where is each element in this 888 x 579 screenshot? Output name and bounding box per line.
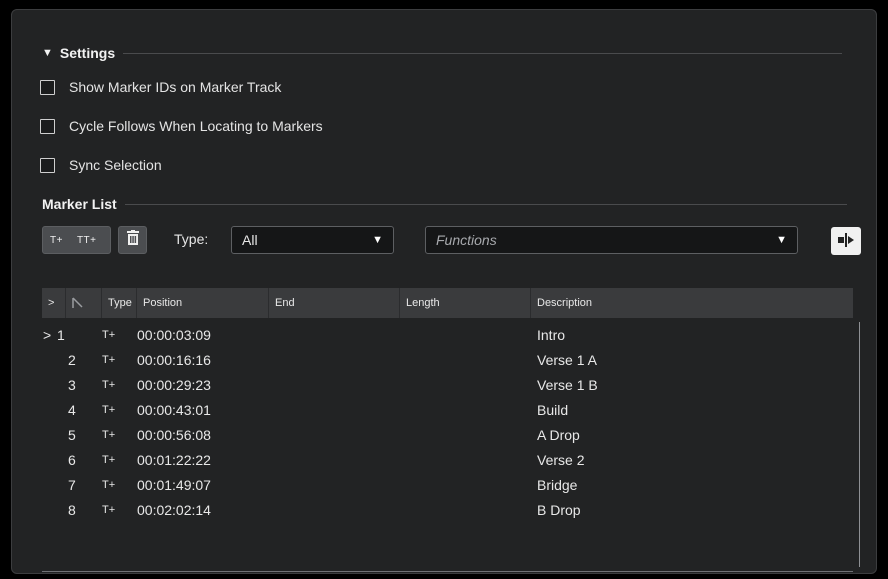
row-id: 2 [68,351,76,368]
option-label: Sync Selection [69,157,162,173]
row-cursor: > [43,326,52,343]
table-row[interactable]: 5 T+ 00:00:56:08 A Drop [42,422,853,447]
column-type[interactable]: Type [102,288,137,318]
table-row[interactable]: 8 T+ 00:02:02:14 B Drop [42,497,853,522]
row-id: 8 [68,501,76,518]
row-type: T+ [102,353,116,366]
column-cursor[interactable]: > [42,288,66,318]
marker-list-title: Marker List [42,196,117,212]
option-label: Show Marker IDs on Marker Track [69,79,282,95]
export-markers-button[interactable] [831,227,861,255]
option-cycle-follows[interactable]: Cycle Follows When Locating to Markers [40,118,323,134]
row-position: 00:00:56:08 [137,426,211,443]
row-id: 4 [68,401,76,418]
checkbox[interactable] [40,157,55,173]
collapse-triangle-icon[interactable]: ▼ [42,47,53,59]
marker-table: > Type Position End Length Description >… [42,288,853,522]
table-row[interactable]: 4 T+ 00:00:43:01 Build [42,397,853,422]
functions-dropdown[interactable]: Functions ▼ [425,226,798,254]
row-type: T+ [102,478,116,491]
option-label: Cycle Follows When Locating to Markers [69,118,323,134]
row-position: 00:01:49:07 [137,476,211,493]
table-row[interactable]: > 1 T+ 00:00:03:09 Intro [42,322,853,347]
vertical-scrollbar[interactable] [859,322,860,567]
table-row[interactable]: 3 T+ 00:00:29:23 Verse 1 B [42,372,853,397]
row-id: 3 [68,376,76,393]
row-description: Build [537,401,569,418]
row-position: 00:02:02:14 [137,501,211,518]
flag-icon [72,297,83,308]
table-row[interactable]: 7 T+ 00:01:49:07 Bridge [42,472,853,497]
row-position: 00:00:43:01 [137,401,211,418]
insert-marker-id-button[interactable]: TT+ [70,235,104,246]
type-label: Type: [174,231,209,247]
functions-placeholder: Functions [436,232,497,248]
row-id: 1 [57,326,65,343]
option-sync-selection[interactable]: Sync Selection [40,157,162,173]
trash-icon [126,230,140,250]
settings-title: Settings [59,45,116,61]
table-row[interactable]: 6 T+ 00:01:22:22 Verse 2 [42,447,853,472]
column-flag[interactable] [66,288,102,318]
column-position[interactable]: Position [137,288,269,318]
column-length[interactable]: Length [400,288,531,318]
row-description: Bridge [537,476,578,493]
dropdown-arrow-icon: ▼ [372,234,383,246]
type-dropdown[interactable]: All ▼ [231,226,394,254]
row-id: 7 [68,476,76,493]
column-description[interactable]: Description [531,288,853,318]
option-show-marker-ids[interactable]: Show Marker IDs on Marker Track [40,79,281,95]
insert-marker-button[interactable]: T+ [43,235,70,246]
row-type: T+ [102,503,116,516]
row-type: T+ [102,328,116,341]
row-description: Intro [537,326,566,343]
table-row[interactable]: 2 T+ 00:00:16:16 Verse 1 A [42,347,853,372]
row-description: Verse 1 B [537,376,598,393]
table-bottom-divider [42,571,853,572]
row-id: 5 [68,426,76,443]
row-position: 00:01:22:22 [137,451,211,468]
settings-header[interactable]: ▼ Settings [42,45,843,61]
column-end[interactable]: End [269,288,400,318]
delete-marker-button[interactable] [118,226,147,254]
row-description: Verse 1 A [537,351,597,368]
table-header: > Type Position End Length Description [42,288,853,318]
row-position: 00:00:16:16 [137,351,211,368]
row-type: T+ [102,453,116,466]
row-id: 6 [68,451,76,468]
row-type: T+ [102,428,116,441]
row-description: A Drop [537,426,580,443]
row-type: T+ [102,378,116,391]
checkbox[interactable] [40,118,55,134]
insert-marker-group: T+ TT+ [42,226,111,254]
type-value: All [242,232,258,248]
export-icon [837,232,855,251]
row-position: 00:00:03:09 [137,326,211,343]
marker-list-header: Marker List [42,196,847,212]
settings-divider [123,52,843,54]
checkbox[interactable] [40,79,55,95]
row-description: Verse 2 [537,451,585,468]
row-description: B Drop [537,501,581,518]
marker-list-divider [124,203,847,205]
dropdown-arrow-icon: ▼ [776,234,787,246]
row-position: 00:00:29:23 [137,376,211,393]
row-type: T+ [102,403,116,416]
